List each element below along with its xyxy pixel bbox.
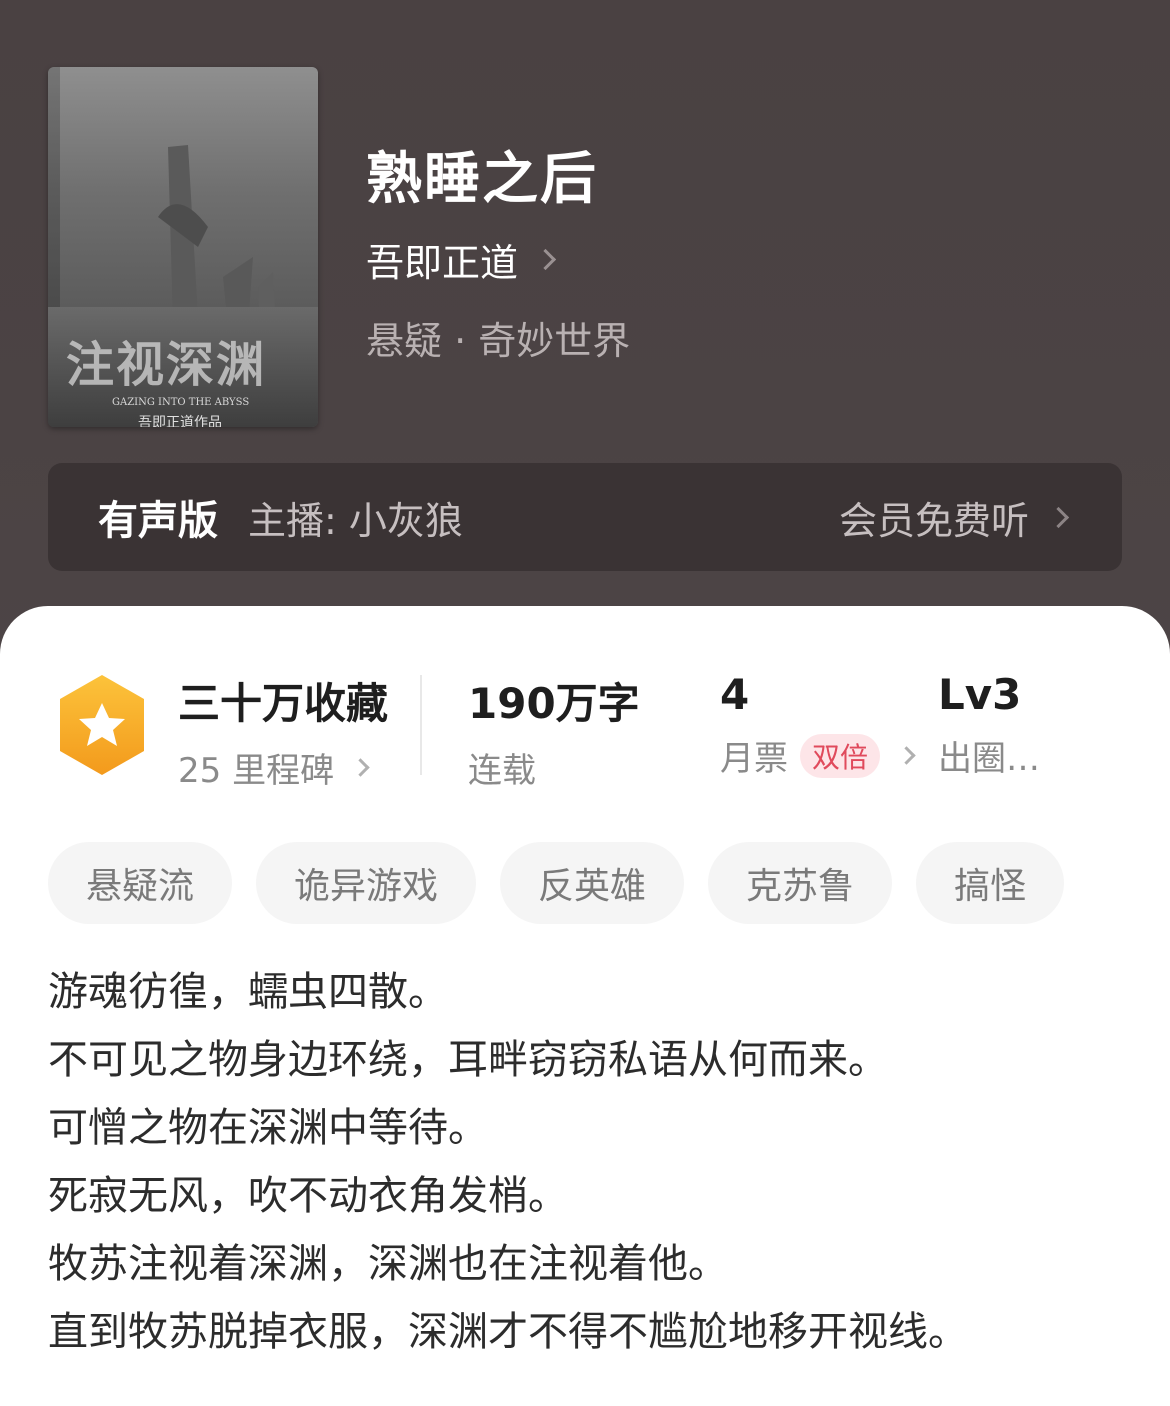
level-value: Lv3 — [938, 670, 1022, 719]
double-badge: 双倍 — [800, 733, 881, 778]
cover-author: 吾即正道作品 — [138, 415, 222, 427]
member-free-listen-link[interactable]: 会员免费听 — [838, 490, 1070, 545]
audio-version-bar[interactable]: 有声版 主播: 小灰狼 会员免费听 — [48, 463, 1122, 571]
author-name: 吾即正道 — [366, 241, 519, 285]
member-free-listen-label: 会员免费听 — [838, 498, 1029, 543]
description-line: 直到牧苏脱掉衣服，深渊才不得不尴尬地移开视线。 — [48, 1309, 968, 1355]
word-count: 190万字 — [468, 679, 640, 728]
tag-chip[interactable]: 悬疑流 — [48, 842, 233, 924]
book-cover[interactable]: 注视深渊 GAZING INTO THE ABYSS 吾即正道作品 — [48, 67, 318, 427]
favorites-stat[interactable]: 三十万收藏 25 里程碑 — [178, 670, 388, 792]
book-title: 熟睡之后 — [366, 147, 598, 212]
genre-text: 悬疑 · 奇妙世界 — [366, 319, 631, 363]
chevron-right-icon — [534, 248, 557, 271]
milestones-link[interactable]: 25 里程碑 — [178, 743, 388, 792]
star-badge-icon — [60, 675, 144, 775]
favorites-count: 三十万收藏 — [178, 679, 389, 728]
tag-chip[interactable]: 诡异游戏 — [256, 842, 477, 924]
book-description: 游魂彷徨，蠕虫四散。 不可见之物身边环绕，耳畔窃窃私语从何而来。 可憎之物在深渊… — [48, 958, 1138, 1366]
stat-divider — [420, 675, 422, 775]
tag-chip[interactable]: 反英雄 — [500, 842, 685, 924]
description-line: 不可见之物身边环绕，耳畔窃窃私语从何而来。 — [48, 1037, 888, 1083]
cover-title: 注视深渊 — [66, 337, 267, 393]
monthly-vote-count: 4 — [720, 670, 750, 719]
chevron-right-icon — [1047, 506, 1070, 528]
tag-chip[interactable]: 克苏鲁 — [708, 842, 893, 924]
tag-list: 悬疑流 诡异游戏 反英雄 克苏鲁 搞怪 — [48, 842, 1065, 924]
description-line: 死寂无风，吹不动衣角发梢。 — [48, 1173, 568, 1219]
cover-subtitle: GAZING INTO THE ABYSS — [112, 397, 250, 408]
chevron-right-icon — [897, 746, 916, 765]
description-line: 牧苏注视着深渊，深渊也在注视着他。 — [48, 1241, 728, 1287]
word-count-stat: 190万字 连载 — [468, 670, 640, 792]
monthly-vote-stat[interactable]: 4 月票 双倍 — [720, 670, 916, 780]
author-link[interactable]: 吾即正道 — [366, 232, 557, 287]
serial-status: 连载 — [468, 751, 536, 791]
audio-label: 有声版 — [98, 498, 218, 544]
milestones-label: 25 里程碑 — [178, 751, 335, 791]
level-stat[interactable]: Lv3 出圈… — [938, 670, 1040, 780]
description-line: 游魂彷徨，蠕虫四散。 — [48, 969, 448, 1015]
description-line: 可憎之物在深渊中等待。 — [48, 1105, 488, 1151]
level-label: 出圈… — [938, 739, 1040, 779]
chevron-right-icon — [351, 758, 370, 777]
audio-host: 主播: 小灰狼 — [248, 498, 463, 543]
tag-chip[interactable]: 搞怪 — [916, 842, 1065, 924]
monthly-vote-label: 月票 — [720, 739, 788, 779]
